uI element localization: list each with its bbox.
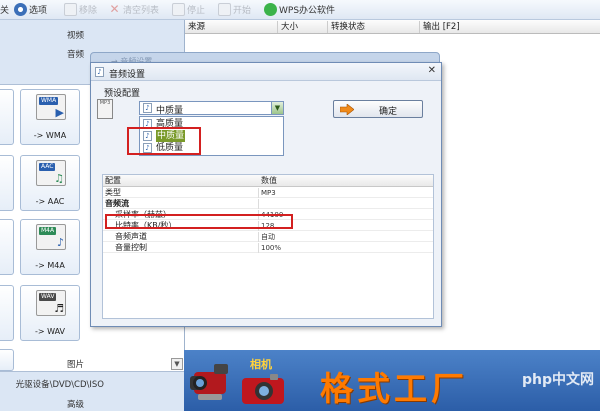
category-optical-drive[interactable]: 光驱设备\DVD\CD\ISO [0,378,104,390]
aac-glyph: ♫ [54,172,64,185]
options-icon [14,3,27,16]
wav-tag: WAV [39,293,57,301]
toolbar-options-label: 选项 [29,6,48,16]
toolbar-close-label: 关 [0,6,10,16]
toolbar-options-button[interactable]: 选项 [14,2,47,17]
toolbar-clear-list-button[interactable]: ✕ 清空列表 [108,2,159,17]
grid-row-audio-stream[interactable]: 音频流 [103,199,433,209]
column-status[interactable]: 转换状态 [327,21,419,33]
grid-header-value: 数值 [261,176,277,185]
m4a-file-icon: M4A ♪ [36,224,66,250]
aac-tag: AAC [39,163,56,171]
clear-icon: ✕ [109,2,120,16]
toolbar-stop-button[interactable]: 停止 [172,2,205,17]
format-button-wma[interactable]: WMA ▶ -> WMA [20,89,80,145]
grid-separator [258,199,259,209]
wav-file-icon: WAV ♬ [36,290,66,316]
format-label-aac: -> AAC [35,197,65,206]
ok-button-label: 确定 [379,107,398,117]
audio-settings-dialog: ♪ 音频设置 ✕ 预设配置 MP3 ♪ 中质量 ▼ ♪ 高质量 ♪ 中质量 ♪ … [90,62,442,327]
preset-label: 预设配置 [104,89,141,99]
wma-file-icon: WMA ▶ [36,94,66,120]
grid-row-volume[interactable]: 音量控制 100% [103,243,433,253]
grid-row-value: 自动 [261,233,275,241]
preset-select[interactable]: ♪ 中质量 ▼ [139,101,284,116]
toolbar-start-label: 开始 [233,6,252,16]
category-advanced[interactable]: 高级 [0,398,84,410]
grid-row-key: 音量控制 [115,243,147,252]
highlight-box-presets [127,127,201,155]
format-label-wav: -> WAV [34,327,66,336]
toolbar-remove-button[interactable]: 移除 [64,2,97,17]
format-label-wma: -> WMA [33,131,67,140]
column-source[interactable]: 来源 [185,21,277,33]
grid-separator [258,188,259,198]
grid-row-type[interactable]: 类型 MP3 [103,188,433,198]
format-edge-button[interactable] [0,285,14,341]
grid-header-key: 配置 [105,176,121,185]
file-list-header: 来源 大小 转换状态 输出 [F2] [185,20,600,34]
remove-icon [64,3,77,16]
format-button-aac[interactable]: AAC ♫ -> AAC [20,155,80,211]
grid-row-key: 类型 [105,188,121,197]
settings-grid-header: 配置 数值 [103,175,433,187]
format-edge-button[interactable] [0,219,14,275]
camera-label: 相机 [250,358,272,371]
grid-separator [258,232,259,242]
wps-icon [264,3,277,16]
toolbar-wps-label: WPS办公软件 [279,6,336,16]
mp3-badge: MP3 [99,100,111,106]
format-edge-button[interactable] [0,155,14,211]
preset-select-value: 中质量 [156,106,184,116]
chevron-down-icon[interactable]: ▼ [171,358,183,370]
arrow-right-icon [340,104,354,115]
format-edge-button[interactable] [0,89,14,145]
format-label-m4a: -> M4A [35,261,65,270]
grid-row-channels[interactable]: 音频声道 自动 [103,232,433,242]
category-video[interactable]: 视频 [0,29,84,41]
toolbar-remove-label: 移除 [79,6,98,16]
category-audio[interactable]: 音频 [0,48,84,60]
toolbar-start-button[interactable]: 开始 [218,2,251,17]
grid-row-key: 音频流 [105,199,129,208]
dialog-app-icon: ♪ [95,67,104,77]
close-icon[interactable]: ✕ [428,66,436,76]
grid-row-value: MP3 [261,189,276,197]
mp3-file-icon: MP3 [97,99,113,119]
brand-banner: 相机 格式工厂 php中文网 [184,350,600,411]
main-toolbar: 关 选项 移除 ✕ 清空列表 停止 开始 WPS办公软件 [0,0,600,20]
grid-row-value: 100% [261,244,282,252]
toolbar-stop-label: 停止 [187,6,206,16]
ok-button[interactable]: 确定 [333,100,423,118]
format-button-wav[interactable]: WAV ♬ -> WAV [20,285,80,341]
toolbar-close-button[interactable]: 关 [0,2,9,17]
grid-separator [258,243,259,253]
column-output[interactable]: 输出 [F2] [419,21,600,33]
dialog-title: 音频设置 [109,70,146,80]
highlight-box-bitrate [105,214,293,229]
toolbar-wps-button[interactable]: WPS办公软件 [264,2,335,17]
chevron-down-icon[interactable]: ▼ [271,102,283,114]
camcorder-icon [190,364,228,400]
m4a-glyph: ♪ [56,236,64,249]
category-image[interactable]: 图片 [0,358,84,370]
format-button-m4a[interactable]: M4A ♪ -> M4A [20,219,80,275]
column-size[interactable]: 大小 [277,21,327,33]
stop-icon [172,3,185,16]
wma-tag: WMA [39,97,59,105]
toolbar-clear-label: 清空列表 [123,6,160,16]
aac-file-icon: AAC ♫ [36,160,66,186]
grid-row-key: 音频声道 [115,232,147,241]
dialog-title-bar: ♪ 音频设置 ✕ [91,63,441,81]
note-icon: ♪ [143,103,152,113]
brand-title: 格式工厂 [320,369,468,408]
start-icon [218,3,231,16]
watermark-text: php中文网 [521,372,594,388]
camera-icon [242,374,284,404]
settings-grid: 配置 数值 类型 MP3 音频流 采样率（赫兹） 44100 比特率（KB/秒）… [102,174,434,319]
wma-glyph: ▶ [55,106,64,119]
wav-glyph: ♬ [54,302,64,315]
m4a-tag: M4A [39,227,57,235]
